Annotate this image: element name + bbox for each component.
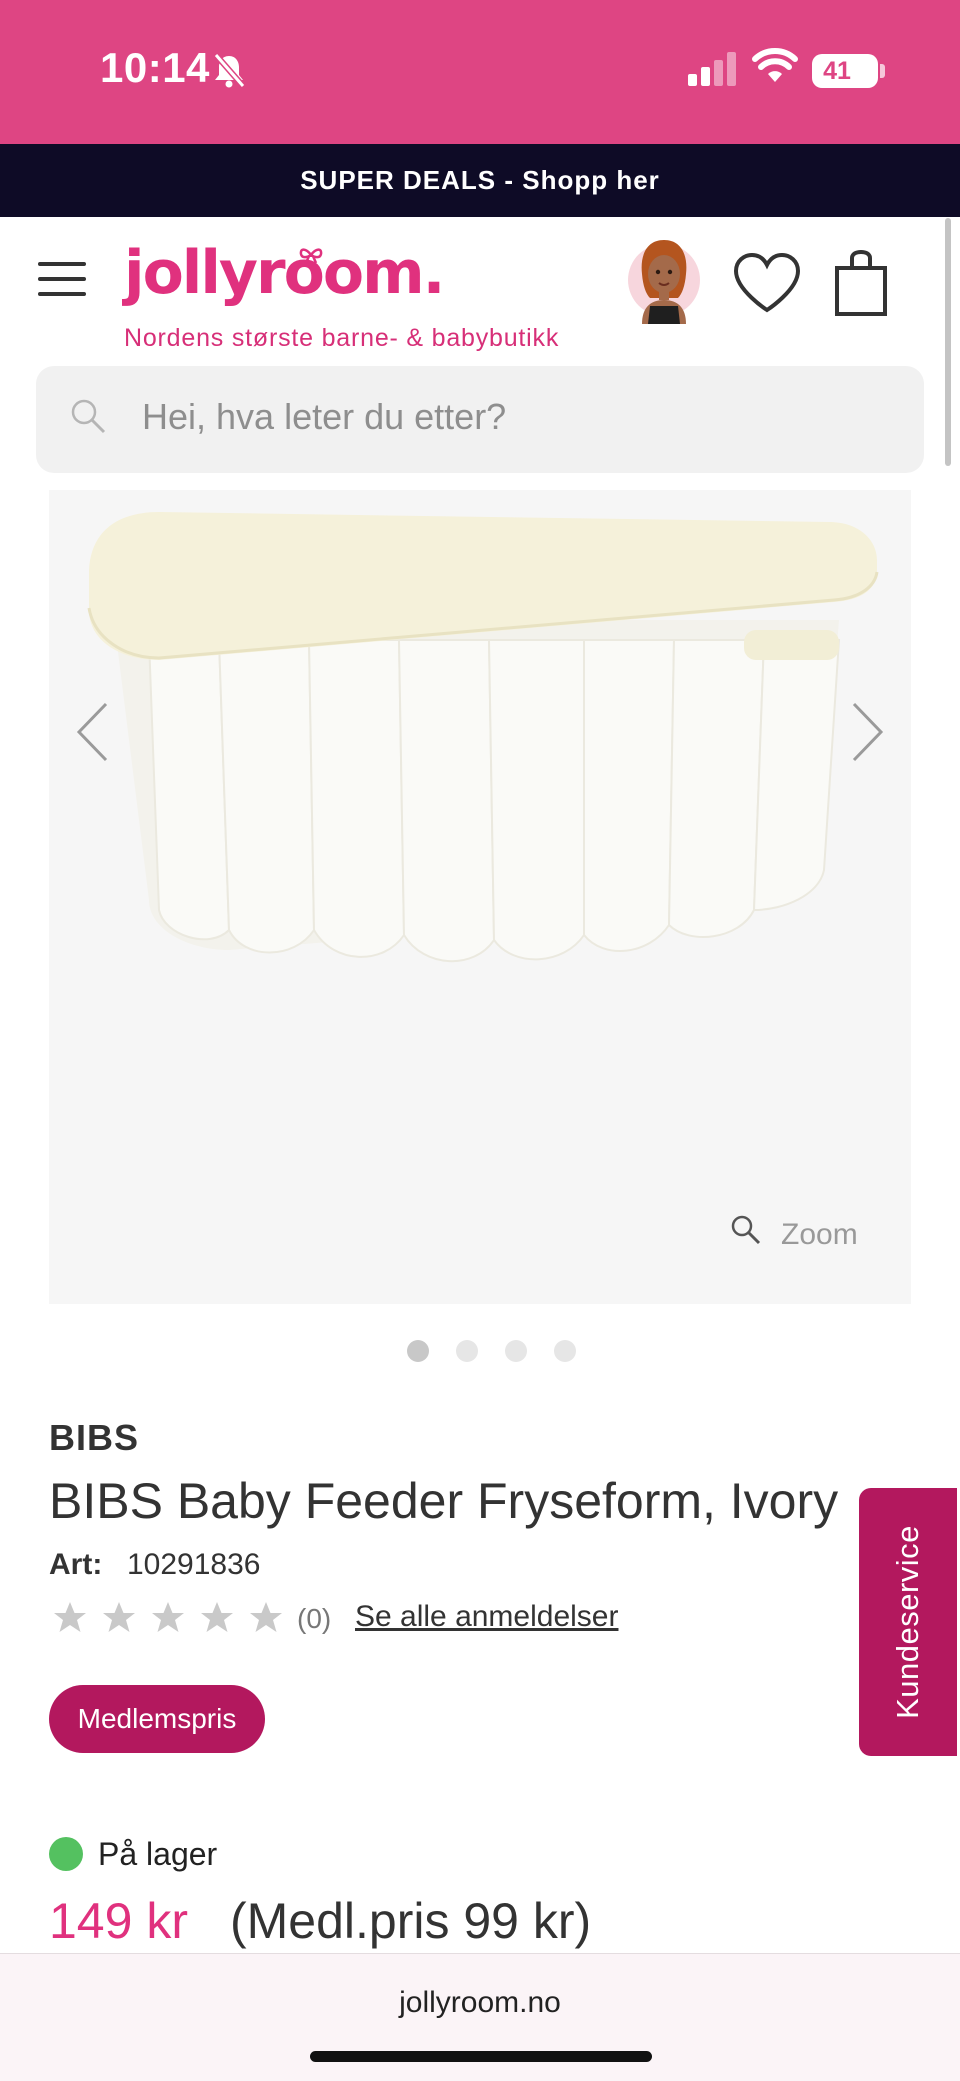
search-input[interactable]: Hei, hva leter du etter? (142, 396, 506, 438)
previous-image-arrow-icon[interactable] (74, 700, 110, 764)
star-icon (250, 1602, 282, 1632)
signal-icon (688, 52, 736, 86)
member-price-badge-label: Medlemspris (77, 1703, 237, 1734)
article-number: 10291836 (127, 1548, 261, 1581)
home-indicator[interactable] (310, 2051, 652, 2062)
zoom-icon[interactable] (729, 1213, 763, 1247)
product-price: 149 kr (49, 1893, 188, 1949)
battery-level: 41 (823, 57, 851, 85)
gallery-pagination (407, 1340, 577, 1364)
wishlist-heart-icon[interactable] (732, 252, 802, 314)
menu-icon[interactable] (38, 262, 86, 296)
site-logo[interactable]: jollyroom. (124, 238, 445, 308)
review-count: (0) (297, 1603, 332, 1634)
member-price-badge: Medlemspris (49, 1685, 265, 1753)
deals-banner-text[interactable]: SUPER DEALS - Shopp her (0, 144, 960, 217)
status-time: 10:14 (100, 44, 210, 91)
member-price: (Medl.pris 99 kr) (230, 1893, 592, 1949)
gallery-dot-1[interactable] (407, 1340, 429, 1362)
battery-icon: 41 (812, 54, 878, 88)
bell-off-icon (213, 53, 246, 88)
rating-stars (54, 1602, 282, 1632)
see-all-reviews-link[interactable]: Se alle anmeldelser (355, 1600, 618, 1634)
gallery-dot-2[interactable] (456, 1340, 478, 1362)
customer-service-tab[interactable]: Kundeservice (859, 1488, 957, 1756)
star-icon (201, 1602, 233, 1632)
site-tagline: Nordens største barne- & babybutikk (124, 324, 560, 352)
browser-address-bar[interactable]: jollyroom.no (0, 1953, 960, 2081)
search-bar[interactable]: Hei, hva leter du etter? (36, 366, 924, 473)
product-title: BIBS Baby Feeder Fryseform, Ivory (49, 1473, 839, 1529)
star-icon (54, 1602, 86, 1632)
battery-cap (880, 64, 885, 78)
logo-bow-icon (299, 248, 323, 264)
shopping-bag-icon[interactable] (834, 250, 888, 318)
product-brand[interactable]: BIBS (49, 1417, 139, 1459)
star-icon (103, 1602, 135, 1632)
gallery-dot-4[interactable] (554, 1340, 576, 1362)
product-image-gallery[interactable]: Zoom (49, 490, 911, 1304)
status-bar: 10:14 41 (0, 0, 960, 144)
browser-url[interactable]: jollyroom.no (0, 1986, 960, 2020)
zoom-label[interactable]: Zoom (781, 1218, 858, 1252)
product-image (87, 512, 879, 963)
article-number-label: Art: (49, 1548, 103, 1581)
customer-service-label[interactable]: Kundeservice (890, 1525, 926, 1719)
next-image-arrow-icon[interactable] (850, 700, 886, 764)
stock-status: På lager (98, 1836, 218, 1872)
gallery-dot-3[interactable] (505, 1340, 527, 1362)
avatar[interactable] (626, 234, 702, 324)
star-icon (152, 1602, 184, 1632)
page-scrollbar[interactable] (945, 218, 951, 466)
deals-banner[interactable]: SUPER DEALS - Shopp her (0, 144, 960, 217)
search-icon (71, 399, 106, 434)
wifi-icon (752, 48, 798, 82)
in-stock-indicator-icon (49, 1837, 83, 1871)
